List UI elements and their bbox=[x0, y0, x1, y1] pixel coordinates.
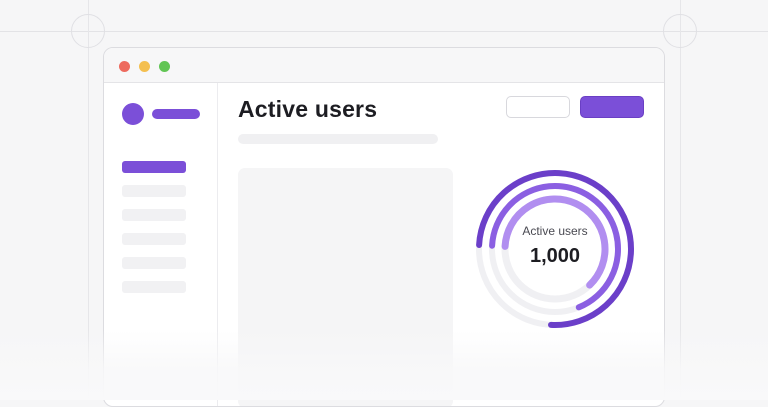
crosshair-left-icon bbox=[71, 14, 105, 48]
bottom-fade bbox=[0, 330, 768, 400]
sidebar-item[interactable] bbox=[122, 185, 186, 197]
sidebar-item[interactable] bbox=[122, 209, 186, 221]
subtitle-placeholder bbox=[238, 134, 438, 144]
ring-arc-3 bbox=[501, 195, 609, 289]
chart-center-value: 1,000 bbox=[529, 245, 581, 267]
minimize-window-button[interactable] bbox=[139, 61, 150, 72]
sidebar-item-active[interactable] bbox=[122, 161, 186, 173]
sidebar-item[interactable] bbox=[122, 233, 186, 245]
page-title: Active users bbox=[238, 96, 378, 122]
brand-name-placeholder bbox=[152, 109, 200, 119]
window-titlebar bbox=[104, 48, 664, 83]
crosshair-right-icon bbox=[663, 14, 697, 48]
sidebar-item[interactable] bbox=[122, 257, 186, 269]
primary-button[interactable] bbox=[580, 96, 644, 118]
secondary-button[interactable] bbox=[506, 96, 570, 118]
maximize-window-button[interactable] bbox=[159, 61, 170, 72]
guide-line-top bbox=[0, 31, 768, 32]
sidebar-item[interactable] bbox=[122, 281, 186, 293]
close-window-button[interactable] bbox=[119, 61, 130, 72]
circle-logo-icon bbox=[122, 103, 144, 125]
chart-center-label: Active users bbox=[522, 224, 588, 238]
active-users-radial-chart: Active users 1,000 bbox=[474, 168, 636, 330]
